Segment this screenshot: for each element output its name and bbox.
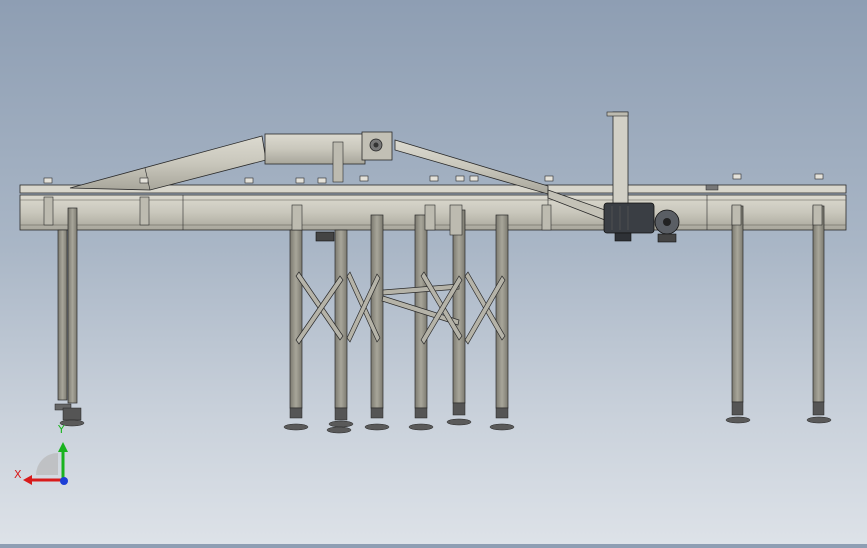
coordinate-triad: X Y bbox=[10, 420, 80, 500]
z-axis-dot-icon bbox=[60, 477, 68, 485]
triad-plane bbox=[36, 453, 58, 475]
x-axis-label: X bbox=[14, 468, 22, 481]
y-axis-arrow-icon bbox=[58, 442, 68, 452]
legs-right bbox=[725, 205, 832, 424]
legs-center bbox=[283, 209, 515, 434]
conveyor-drawing bbox=[19, 111, 847, 434]
y-axis-label: Y bbox=[57, 423, 65, 436]
cad-viewport[interactable] bbox=[0, 0, 867, 544]
x-axis-arrow-icon bbox=[23, 475, 32, 485]
triad-graphic: X Y bbox=[14, 423, 68, 485]
incline-section-left bbox=[69, 135, 267, 191]
legs-left bbox=[54, 207, 85, 427]
drive-motor bbox=[603, 111, 680, 243]
top-drive-box bbox=[264, 131, 393, 183]
